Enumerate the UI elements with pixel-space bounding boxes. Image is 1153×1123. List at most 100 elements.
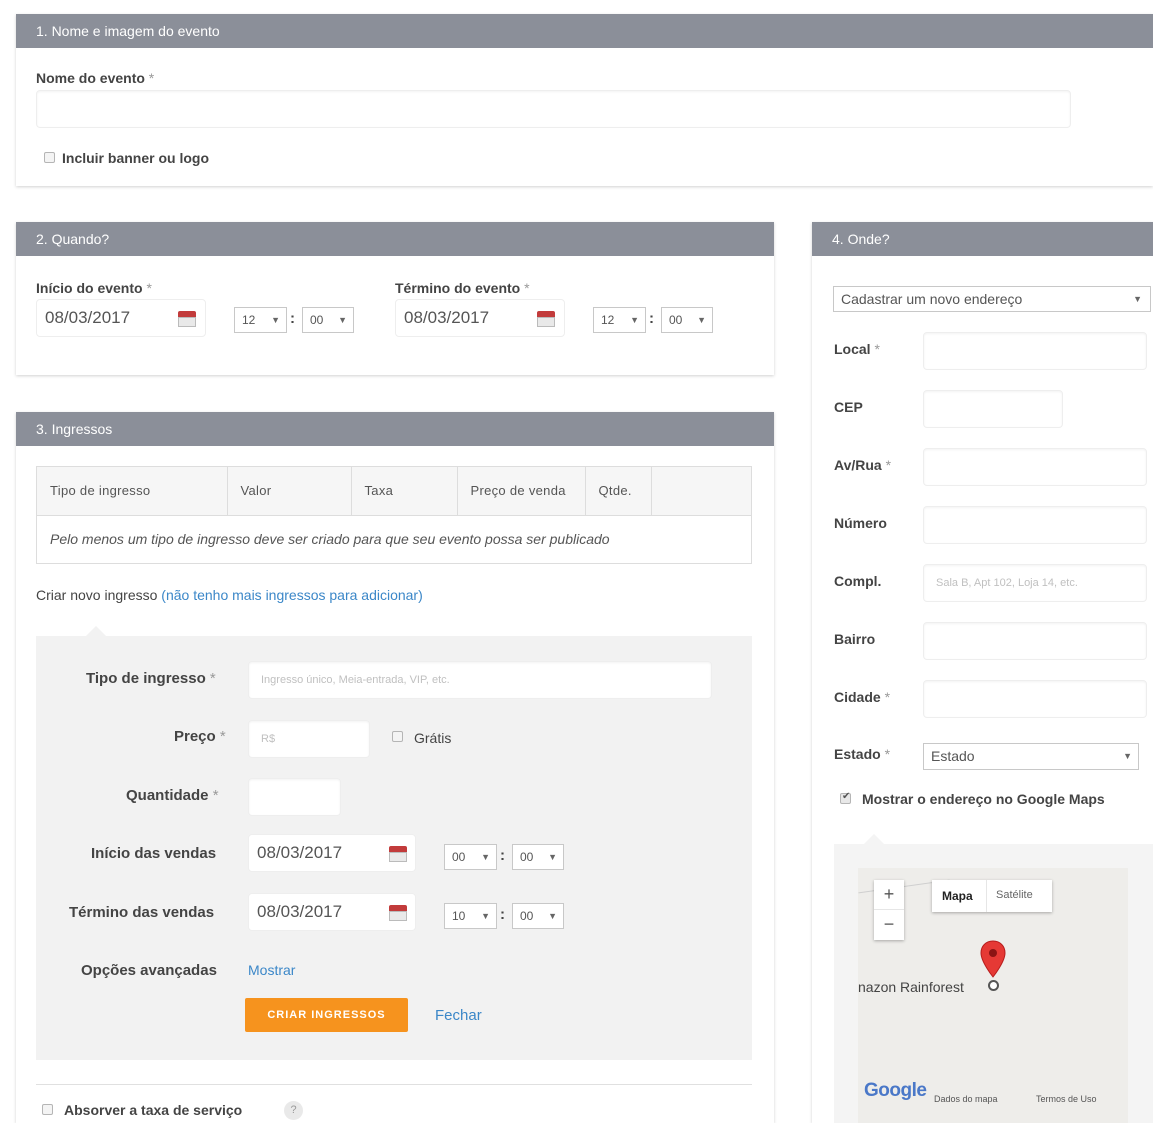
event-name-input[interactable]	[36, 90, 1071, 128]
number-input[interactable]	[923, 506, 1147, 544]
sales-start-hour-select[interactable]: 00 ▼	[444, 844, 497, 870]
calendar-icon[interactable]	[389, 846, 407, 862]
advanced-options-label: Opções avançadas	[81, 962, 217, 979]
map-terms-link[interactable]: Termos de Uso	[1036, 1094, 1097, 1104]
column-header: Valor	[227, 467, 352, 516]
price-input[interactable]: R$	[248, 720, 370, 758]
cep-input[interactable]	[923, 390, 1063, 428]
city-input[interactable]	[923, 680, 1147, 718]
neighborhood-label: Bairro	[834, 631, 876, 647]
zoom-out-button[interactable]: −	[874, 910, 904, 940]
event-start-hour-select[interactable]: 12 ▼	[234, 307, 287, 333]
chevron-down-icon: ▼	[338, 315, 347, 325]
state-select[interactable]: Estado ▼	[923, 743, 1139, 770]
chevron-down-icon: ▼	[1123, 751, 1132, 761]
compl-label: Compl.	[834, 573, 882, 589]
calendar-icon[interactable]	[178, 311, 196, 327]
sales-end-label: Término das vendas	[69, 904, 215, 921]
google-map[interactable]: + − Mapa Satélite nazon Rainforest Googl…	[858, 868, 1128, 1123]
create-tickets-button[interactable]: CRIAR INGRESSOS	[245, 998, 408, 1032]
sales-end-hour-select[interactable]: 10 ▼	[444, 903, 497, 929]
section-header-where: 4. Onde?	[812, 222, 1153, 256]
chevron-down-icon: ▼	[481, 852, 490, 862]
number-label: Número	[834, 515, 887, 531]
free-checkbox[interactable]	[392, 731, 403, 742]
compl-input[interactable]: Sala B, Apt 102, Loja 14, etc.	[923, 564, 1147, 602]
tickets-panel: 3. Ingressos Tipo de ingresso Valor Taxa…	[16, 412, 774, 1123]
chevron-down-icon: ▼	[548, 852, 557, 862]
event-end-minute-select[interactable]: 00 ▼	[661, 307, 713, 333]
map-type-map-button[interactable]: Mapa	[942, 889, 973, 903]
no-more-tickets-link[interactable]: (não tenho mais ingressos para adicionar…	[161, 587, 422, 603]
sales-end-date-input[interactable]: 08/03/2017	[248, 893, 416, 931]
event-name-label: Nome do evento *	[36, 70, 155, 86]
event-start-label: Início do evento *	[36, 280, 152, 296]
chevron-down-icon: ▼	[481, 911, 490, 921]
absorb-fee-label: Absorver a taxa de serviço	[64, 1102, 243, 1118]
local-input[interactable]	[923, 332, 1147, 370]
column-header: Qtde.	[585, 467, 652, 516]
chevron-down-icon: ▼	[548, 911, 557, 921]
map-type-divider	[986, 880, 987, 912]
calendar-icon[interactable]	[389, 905, 407, 921]
column-header: Preço de venda	[457, 467, 586, 516]
sales-start-minute-select[interactable]: 00 ▼	[512, 844, 564, 870]
create-ticket-line: Criar novo ingresso (não tenho mais ingr…	[36, 587, 423, 603]
advanced-options-toggle[interactable]: Mostrar	[248, 962, 295, 978]
map-pin-icon[interactable]	[980, 940, 1006, 978]
show-map-checkbox[interactable]	[840, 791, 851, 804]
event-end-hour-select[interactable]: 12 ▼	[593, 307, 646, 333]
calendar-icon[interactable]	[537, 311, 555, 327]
map-data-credit: Dados do mapa	[934, 1094, 998, 1104]
price-label: Preço *	[174, 728, 226, 745]
chevron-down-icon: ▼	[271, 315, 280, 325]
event-start-minute-select[interactable]: 00 ▼	[302, 307, 354, 333]
local-label: Local *	[834, 341, 880, 357]
empty-table-message: Pelo menos um tipo de ingresso deve ser …	[50, 530, 610, 547]
state-label: Estado *	[834, 746, 891, 762]
time-separator: :	[500, 847, 505, 864]
help-icon[interactable]: ?	[284, 1101, 303, 1120]
divider	[36, 1084, 752, 1085]
quantity-label: Quantidade *	[126, 787, 219, 804]
quantity-input[interactable]	[248, 778, 341, 816]
google-logo: Google	[864, 1080, 927, 1101]
table-header-row: Tipo de ingresso Valor Taxa Preço de ven…	[37, 467, 751, 516]
ticket-type-input[interactable]: Ingresso único, Meia-entrada, VIP, etc.	[248, 661, 712, 699]
event-name-panel: 1. Nome e imagem do evento Nome do event…	[16, 14, 1153, 186]
sales-end-minute-select[interactable]: 00 ▼	[512, 903, 564, 929]
event-start-date-input[interactable]: 08/03/2017	[36, 299, 206, 337]
close-form-link[interactable]: Fechar	[435, 1007, 482, 1024]
address-select[interactable]: Cadastrar um novo endereço ▼	[833, 286, 1151, 312]
map-zoom-controls: + −	[874, 880, 904, 940]
time-separator: :	[649, 310, 654, 327]
map-caret	[864, 834, 884, 844]
map-container: + − Mapa Satélite nazon Rainforest Googl…	[834, 834, 1153, 1123]
street-input[interactable]	[923, 448, 1147, 486]
section-header-when: 2. Quando?	[16, 222, 774, 256]
map-place-dot-icon	[988, 980, 999, 991]
map-type-control: Mapa Satélite	[932, 880, 1052, 912]
map-type-satellite-button[interactable]: Satélite	[996, 889, 1033, 901]
sales-start-date-input[interactable]: 08/03/2017	[248, 834, 416, 872]
event-end-date-input[interactable]: 08/03/2017	[395, 299, 565, 337]
column-header-empty	[651, 467, 751, 516]
street-label: Av/Rua *	[834, 457, 892, 473]
tickets-table: Tipo de ingresso Valor Taxa Preço de ven…	[37, 467, 751, 562]
sales-start-label: Início das vendas	[91, 845, 217, 862]
zoom-in-button[interactable]: +	[874, 880, 904, 910]
banner-checkbox[interactable]	[44, 152, 55, 163]
show-map-label: Mostrar o endereço no Google Maps	[862, 791, 1105, 807]
tickets-table-wrapper: Tipo de ingresso Valor Taxa Preço de ven…	[36, 466, 752, 564]
banner-checkbox-label: Incluir banner ou logo	[62, 150, 209, 166]
new-ticket-form: Tipo de ingresso * Ingresso único, Meia-…	[36, 626, 752, 1060]
absorb-fee-checkbox[interactable]	[42, 1104, 53, 1115]
chevron-down-icon: ▼	[630, 315, 639, 325]
section-header-tickets: 3. Ingressos	[16, 412, 774, 446]
column-header: Taxa	[351, 467, 458, 516]
map-place-label: nazon Rainforest	[858, 979, 964, 995]
time-separator: :	[500, 906, 505, 923]
free-label: Grátis	[414, 730, 452, 746]
neighborhood-input[interactable]	[923, 622, 1147, 660]
cep-label: CEP	[834, 399, 863, 415]
